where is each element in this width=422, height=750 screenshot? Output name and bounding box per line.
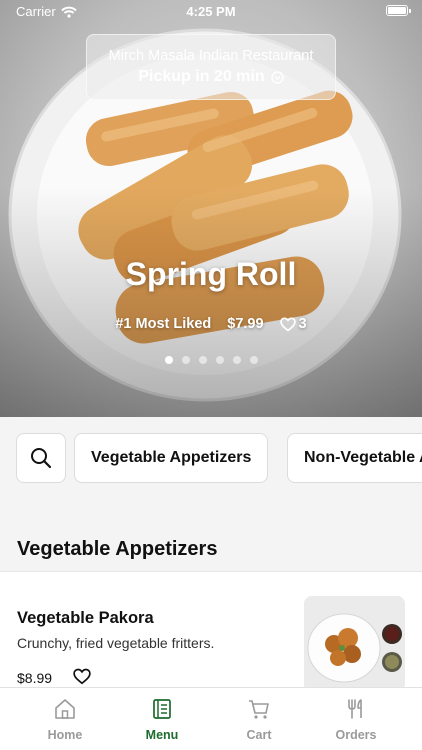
tab-orders[interactable]: Orders	[306, 698, 406, 742]
tab-label: Orders	[335, 728, 377, 742]
carousel-dot[interactable]	[215, 356, 224, 364]
tab-label: Cart	[246, 728, 272, 742]
carousel-dot[interactable]	[232, 356, 241, 364]
carousel-dot[interactable]	[249, 356, 258, 364]
section-title: Vegetable Appetizers	[17, 538, 218, 560]
pickup-label: Pickup in 20 min	[138, 68, 265, 85]
carousel-page-indicator[interactable]	[0, 356, 422, 364]
featured-dish-title: Spring Roll	[125, 256, 297, 292]
likes-count: 3	[298, 316, 307, 332]
favorite-heart-icon[interactable]	[73, 668, 91, 685]
app-screen: Carrier 4:25 PM Mirch Masala Indian Rest…	[0, 0, 422, 750]
item-thumbnail	[304, 596, 405, 692]
carousel-dot[interactable]	[164, 356, 173, 364]
fork-knife-icon	[348, 699, 362, 719]
search-icon	[31, 448, 52, 469]
tab-menu[interactable]: Menu	[112, 698, 212, 742]
item-price: $8.99	[17, 670, 53, 686]
menu-item-card[interactable]: Vegetable Pakora Crunchy, fried vegetabl…	[0, 571, 422, 692]
category-chip[interactable]: Non-Vegetable Appetizers	[287, 433, 422, 483]
pickup-time[interactable]: Pickup in 20 min	[87, 68, 335, 86]
item-description: Crunchy, fried vegetable fritters.	[17, 635, 215, 651]
chevron-down-circle-icon	[270, 70, 284, 84]
home-icon	[55, 699, 75, 719]
tab-home[interactable]: Home	[15, 698, 115, 742]
tab-cart[interactable]: Cart	[209, 698, 309, 742]
restaurant-name: Mirch Masala Indian Restaurant	[108, 48, 314, 64]
restaurant-selector[interactable]: Mirch Masala Indian Restaurant Pickup in…	[86, 34, 336, 100]
status-time: 4:25 PM	[186, 4, 236, 19]
menu-icon	[153, 699, 171, 719]
status-bar: Carrier 4:25 PM	[0, 0, 422, 24]
search-button[interactable]	[16, 433, 66, 483]
bottom-tab-bar: Home Menu Cart Orders	[0, 687, 422, 750]
featured-dish-meta: #1 Most Liked $7.99 3	[0, 316, 422, 332]
item-name: Vegetable Pakora	[17, 609, 154, 627]
carousel-dot[interactable]	[198, 356, 207, 364]
category-bar: Vegetable Appetizers Non-Vegetable Appet…	[0, 417, 422, 501]
heart-icon	[279, 316, 296, 332]
featured-price: $7.99	[227, 316, 264, 332]
featured-likes[interactable]: 3	[279, 316, 307, 332]
featured-dish-carousel[interactable]: Carrier 4:25 PM Mirch Masala Indian Rest…	[0, 0, 422, 417]
tab-label: Menu	[145, 728, 179, 742]
category-chip[interactable]: Vegetable Appetizers	[74, 433, 269, 483]
pakora-photo	[304, 596, 405, 692]
featured-rank: #1 Most Liked	[115, 316, 212, 332]
carousel-dot[interactable]	[181, 356, 190, 364]
battery-icon	[386, 5, 411, 16]
tab-label: Home	[47, 728, 83, 742]
cart-icon	[249, 700, 269, 719]
